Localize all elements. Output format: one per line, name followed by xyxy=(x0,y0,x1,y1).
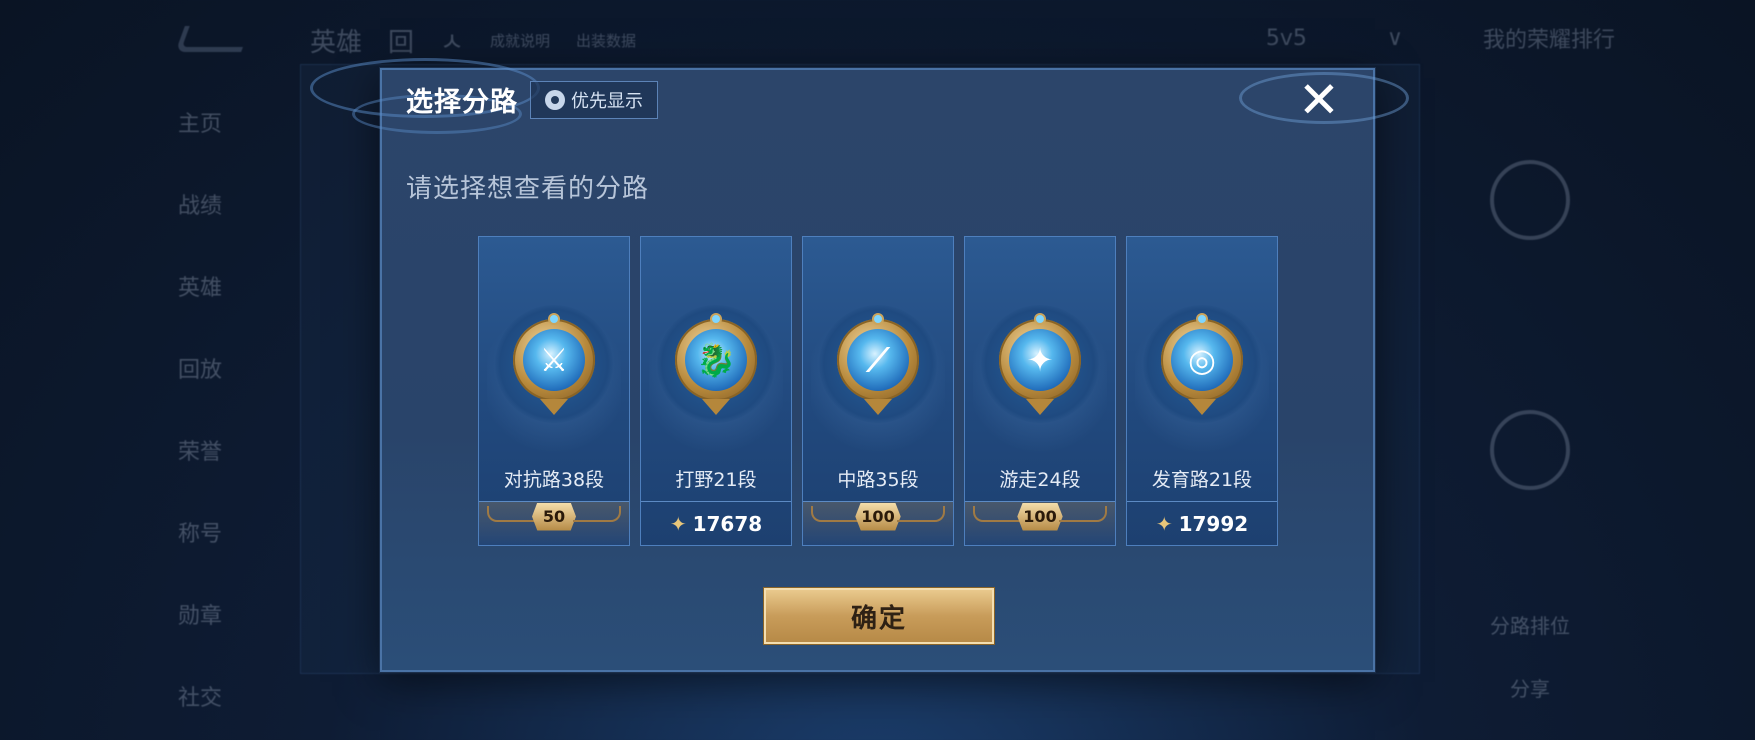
lane-badge: ✦ xyxy=(981,305,1099,423)
lane-card-jungle[interactable]: 🐉 打野21段 ✦ 17678 xyxy=(640,236,792,546)
lane-select-modal: 选择分路 优先显示 ✕ 请选择想查看的分路 ⚔ 对抗路38段 50 🐉 打野21… xyxy=(310,58,1409,672)
lane-badge: ⟋ xyxy=(819,305,937,423)
badge-gem xyxy=(710,313,722,325)
background-sidebar-item: 回放 xyxy=(178,358,223,383)
close-icon[interactable]: ✕ xyxy=(1295,75,1343,125)
background-sidebar: 主页 战绩 英雄 回放 荣誉 称号 勋章 社交 xyxy=(178,106,288,740)
confirm-button[interactable]: 确定 xyxy=(764,588,994,644)
background-sidebar-item: 社交 xyxy=(178,686,223,711)
lane-glyph: ⟋ xyxy=(847,329,909,391)
background-top-right: 5v5 ∨ 我的荣耀排行 xyxy=(1266,22,1615,54)
background-ranking: 我的荣耀排行 xyxy=(1482,28,1615,53)
rank-star-count: 50 xyxy=(532,502,576,531)
badge-gem xyxy=(1196,313,1208,325)
lane-list: ⚔ 对抗路38段 50 🐉 打野21段 ✦ 17678 ⟋ 中路35段 100 … xyxy=(478,236,1278,546)
background-right-column: 分路排位 分享 xyxy=(1435,100,1625,702)
lane-points-footer: ✦ 17992 xyxy=(1127,501,1277,545)
back-arrow-icon xyxy=(175,26,251,52)
badge-gem xyxy=(548,313,560,325)
background-sidebar-item: 称号 xyxy=(178,522,223,547)
roam-icon: ✦ xyxy=(999,313,1081,415)
rank-star-count: 100 xyxy=(855,502,901,531)
lane-rank-footer: 100 xyxy=(803,501,953,545)
background-lane-rank-label: 分路排位 xyxy=(1490,614,1570,638)
background-tab-icon-2: ㅅ xyxy=(440,28,464,58)
lane-points: 17678 xyxy=(692,511,763,536)
badge-gem xyxy=(1034,313,1046,325)
background-sidebar-item: 勋章 xyxy=(178,604,223,629)
lane-card-mid[interactable]: ⟋ 中路35段 100 xyxy=(802,236,954,546)
modal-title: 选择分路 xyxy=(406,87,518,118)
background-lane-badge xyxy=(1490,410,1570,490)
lane-glyph: ✦ xyxy=(1009,329,1071,391)
lane-badge: ⚔ xyxy=(495,305,613,423)
lane-card-clash[interactable]: ⚔ 对抗路38段 50 xyxy=(478,236,630,546)
background-mode: 5v5 xyxy=(1265,25,1307,51)
lane-points-footer: ✦ 17678 xyxy=(641,501,791,545)
background-share-label: 分享 xyxy=(1510,677,1550,701)
background-sidebar-item: 荣誉 xyxy=(178,440,223,465)
background-tab-icon-1: 回 xyxy=(388,28,415,58)
background-tab-build: 出装数据 xyxy=(575,32,636,50)
lane-rank-footer: 100 xyxy=(965,501,1115,545)
priority-display-label: 优先显示 xyxy=(571,90,643,112)
gear-icon xyxy=(542,86,568,113)
farm-lane-icon: ◎ xyxy=(1161,313,1243,415)
clash-lane-icon: ⚔ xyxy=(513,313,595,415)
lane-name: 中路35段 xyxy=(837,469,919,491)
mid-lane-icon: ⟋ xyxy=(837,313,919,415)
background-lane-badge xyxy=(1490,160,1570,240)
background-tab-achievement: 成就说明 xyxy=(489,32,550,50)
points-spark-icon: ✦ xyxy=(1155,511,1173,536)
lane-glyph: ⚔ xyxy=(523,329,585,391)
lane-card-farm[interactable]: ◎ 发育路21段 ✦ 17992 xyxy=(1126,236,1278,546)
lane-name: 游走24段 xyxy=(999,469,1081,491)
lane-rank-footer: 50 xyxy=(479,501,629,545)
priority-display-button[interactable]: 优先显示 xyxy=(530,80,658,119)
lane-badge: ◎ xyxy=(1143,305,1261,423)
points-spark-icon: ✦ xyxy=(669,511,687,536)
rank-star-count: 100 xyxy=(1017,502,1063,531)
lane-glyph: 🐉 xyxy=(685,329,747,391)
lane-badge: 🐉 xyxy=(657,305,775,423)
modal-header: 选择分路 优先显示 xyxy=(406,80,658,119)
jungle-icon: 🐉 xyxy=(675,313,757,415)
background-mode-chevron-icon: ∨ xyxy=(1386,25,1403,51)
background-sidebar-item: 主页 xyxy=(178,112,223,137)
badge-gem xyxy=(872,313,884,325)
lane-name: 发育路21段 xyxy=(1151,469,1253,491)
background-sidebar-item: 战绩 xyxy=(178,194,223,219)
lane-name: 打野21段 xyxy=(675,469,757,491)
background-tab-heroes: 英雄 xyxy=(310,28,363,58)
lane-name: 对抗路38段 xyxy=(503,469,605,491)
modal-subtitle: 请选择想查看的分路 xyxy=(406,174,650,204)
lane-points: 17992 xyxy=(1178,511,1249,536)
lane-card-roam[interactable]: ✦ 游走24段 100 xyxy=(964,236,1116,546)
background-sidebar-item: 英雄 xyxy=(178,276,223,301)
background-top-nav: 英雄 回 ㅅ 成就说明 出装数据 xyxy=(310,22,636,59)
lane-glyph: ◎ xyxy=(1171,329,1233,391)
